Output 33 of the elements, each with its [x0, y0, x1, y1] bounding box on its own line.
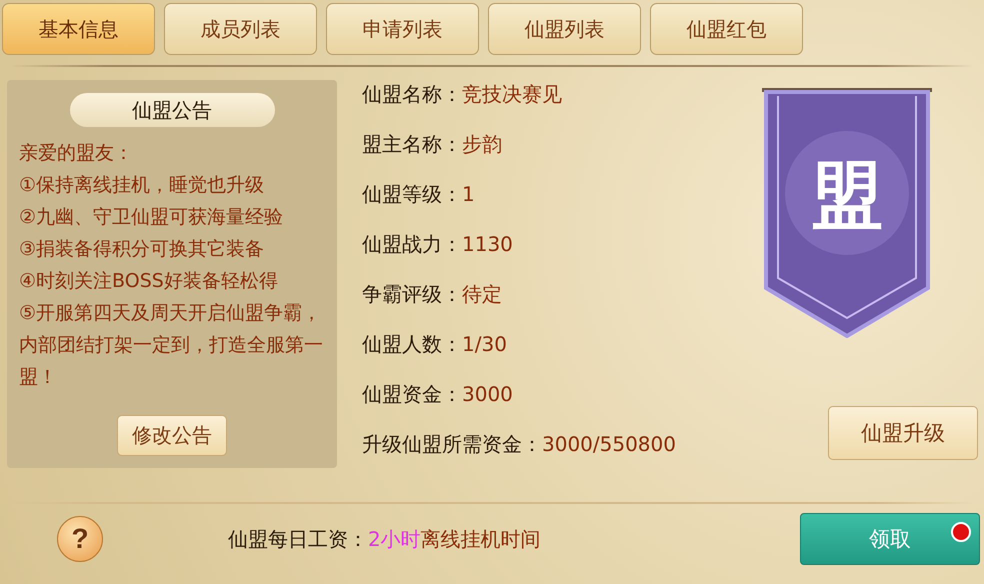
tab[interactable]: 申请列表: [326, 3, 479, 55]
notice-title: 仙盟公告: [70, 93, 274, 127]
info-value: 待定: [462, 282, 502, 306]
info-value: 步韵: [462, 132, 502, 156]
info-value: 1130: [462, 232, 513, 256]
info-label: 仙盟人数：: [362, 332, 462, 356]
info-label: 仙盟名称：: [362, 82, 462, 106]
notice-text: ⑤开服第四天及周天开启仙盟争霸，内部团结打架一定到，打造全服第一盟！: [19, 301, 324, 390]
daily-salary-text: 仙盟每日工资：2小时离线挂机时间: [228, 526, 542, 552]
help-button[interactable]: ?: [57, 516, 103, 562]
tab[interactable]: 成员列表: [164, 3, 317, 55]
info-label: 盟主名称：: [362, 132, 462, 156]
info-value: 3000: [462, 382, 513, 406]
info-value: 1: [462, 182, 475, 206]
notice-text: ④时刻关注BOSS好装备轻松得: [19, 269, 279, 294]
info-label: 升级仙盟所需资金：: [362, 432, 542, 456]
info-label: 仙盟资金：: [362, 382, 462, 406]
edit-notice-button[interactable]: 修改公告: [117, 415, 227, 456]
upgrade-guild-button[interactable]: 仙盟升级: [828, 406, 978, 460]
notice-text: ③捐装备得积分可换其它装备: [19, 237, 266, 262]
notice-text: 亲爱的盟友：: [19, 141, 134, 166]
tab[interactable]: 仙盟列表: [488, 3, 641, 55]
info-value: 3000/550800: [542, 432, 676, 456]
info-label: 仙盟战力：: [362, 232, 462, 256]
tab[interactable]: 基本信息: [2, 3, 155, 55]
tab[interactable]: 仙盟红包: [650, 3, 803, 55]
guild-banner-drawing: 盟: [762, 88, 932, 338]
notice-text: ①保持离线挂机，睡觉也升级: [19, 173, 266, 198]
info-label: 争霸评级：: [362, 282, 462, 306]
info-label: 仙盟等级：: [362, 182, 462, 206]
info-value: 1/30: [462, 332, 507, 356]
info-value: 竞技决赛见: [462, 82, 562, 106]
notice-text: ②九幽、守卫仙盟可获海量经验: [19, 205, 284, 230]
